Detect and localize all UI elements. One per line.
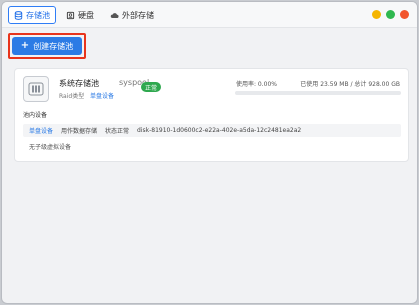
- device-row: 单盘设备 用作数据存储 状态正常 disk-81910-1d0600c2-e22…: [23, 124, 401, 137]
- device-type[interactable]: 单盘设备: [29, 126, 53, 135]
- disk-icon: [66, 11, 75, 19]
- pool-name: 系统存储池: [59, 79, 99, 88]
- create-button-highlight: + 创建存储池: [8, 33, 86, 59]
- raid-type-value[interactable]: 单盘设备: [90, 91, 114, 100]
- pool-card: 系统存储池 syspool Raid类型 单盘设备 正常 使用率: 0.00% …: [14, 68, 409, 162]
- plus-icon: +: [20, 40, 30, 51]
- no-virtual-devices: 无子级虚拟设备: [29, 144, 72, 151]
- cloud-icon: [110, 12, 119, 18]
- create-pool-label: 创建存储池: [33, 41, 74, 51]
- raid-type-label: Raid类型: [59, 93, 85, 100]
- usage-total: 已使用 23.59 MB / 总计 928.00 GB: [300, 81, 400, 88]
- tab-disks[interactable]: 硬盘: [60, 6, 100, 24]
- tab-label: 存储池: [26, 10, 50, 20]
- window-controls: [372, 10, 409, 19]
- tab-label: 外部存储: [122, 10, 154, 20]
- tab-storage-pool[interactable]: 存储池: [8, 6, 56, 24]
- storage-window: 存储池 硬盘 外部存储 + 创建存储池 系统存储池 syspool Raid类型…: [1, 1, 418, 304]
- tab-external-storage[interactable]: 外部存储: [104, 6, 160, 24]
- create-pool-button[interactable]: + 创建存储池: [12, 37, 82, 55]
- status-badge: 正常: [141, 82, 162, 92]
- tab-label: 硬盘: [78, 10, 94, 20]
- usage-rate: 使用率: 0.00%: [236, 81, 277, 88]
- device-status: 状态正常: [105, 128, 130, 135]
- title-bar: 存储池 硬盘 外部存储: [2, 2, 417, 28]
- pool-devices-title: 池内设备: [23, 112, 48, 119]
- tab-bar: 存储池 硬盘 外部存储: [8, 6, 160, 24]
- close-button[interactable]: [400, 10, 409, 19]
- minimize-button[interactable]: [372, 10, 381, 19]
- database-icon: [14, 10, 23, 20]
- device-role: 用作数据存储: [61, 128, 98, 135]
- storage-pool-icon: [23, 76, 49, 102]
- maximize-button[interactable]: [386, 10, 395, 19]
- usage-progress-bar: [235, 91, 401, 95]
- device-disk-id: disk-81910-1d0600c2-e22a-402e-a5da-12c24…: [137, 127, 302, 134]
